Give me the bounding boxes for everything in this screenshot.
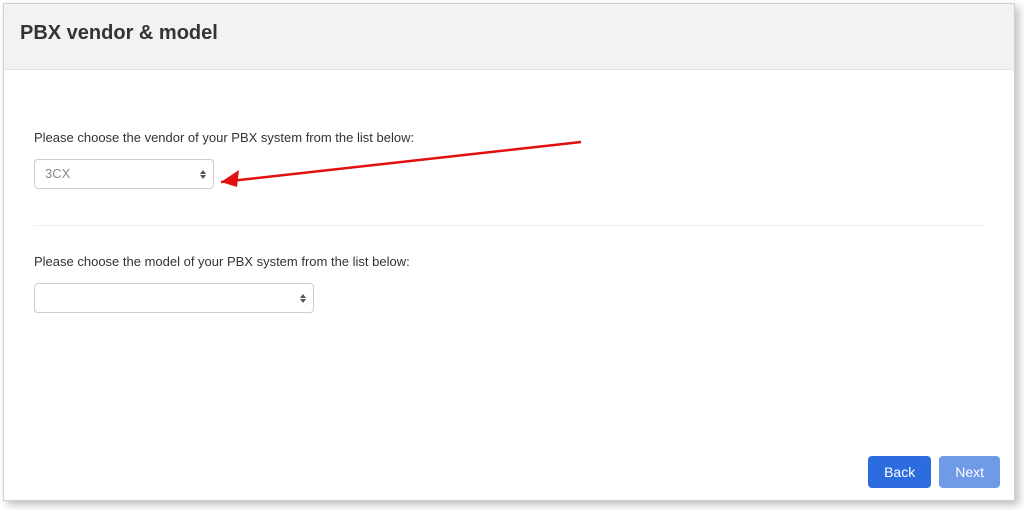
model-field-group: Please choose the model of your PBX syst… [34,254,984,318]
model-select-wrap [34,283,314,313]
vendor-select[interactable]: 3CX [34,159,214,189]
section-divider [34,225,984,226]
vendor-label: Please choose the vendor of your PBX sys… [34,130,984,145]
panel-body: Please choose the vendor of your PBX sys… [4,70,1014,318]
dialog-panel: PBX vendor & model Please choose the ven… [3,3,1015,501]
dialog-footer: Back Next [868,456,1000,488]
next-button[interactable]: Next [939,456,1000,488]
vendor-select-wrap: 3CX [34,159,214,189]
model-label: Please choose the model of your PBX syst… [34,254,984,269]
model-select[interactable] [34,283,314,313]
panel-header: PBX vendor & model [4,4,1014,70]
back-button[interactable]: Back [868,456,931,488]
vendor-field-group: Please choose the vendor of your PBX sys… [34,130,984,189]
page-title: PBX vendor & model [20,22,998,45]
